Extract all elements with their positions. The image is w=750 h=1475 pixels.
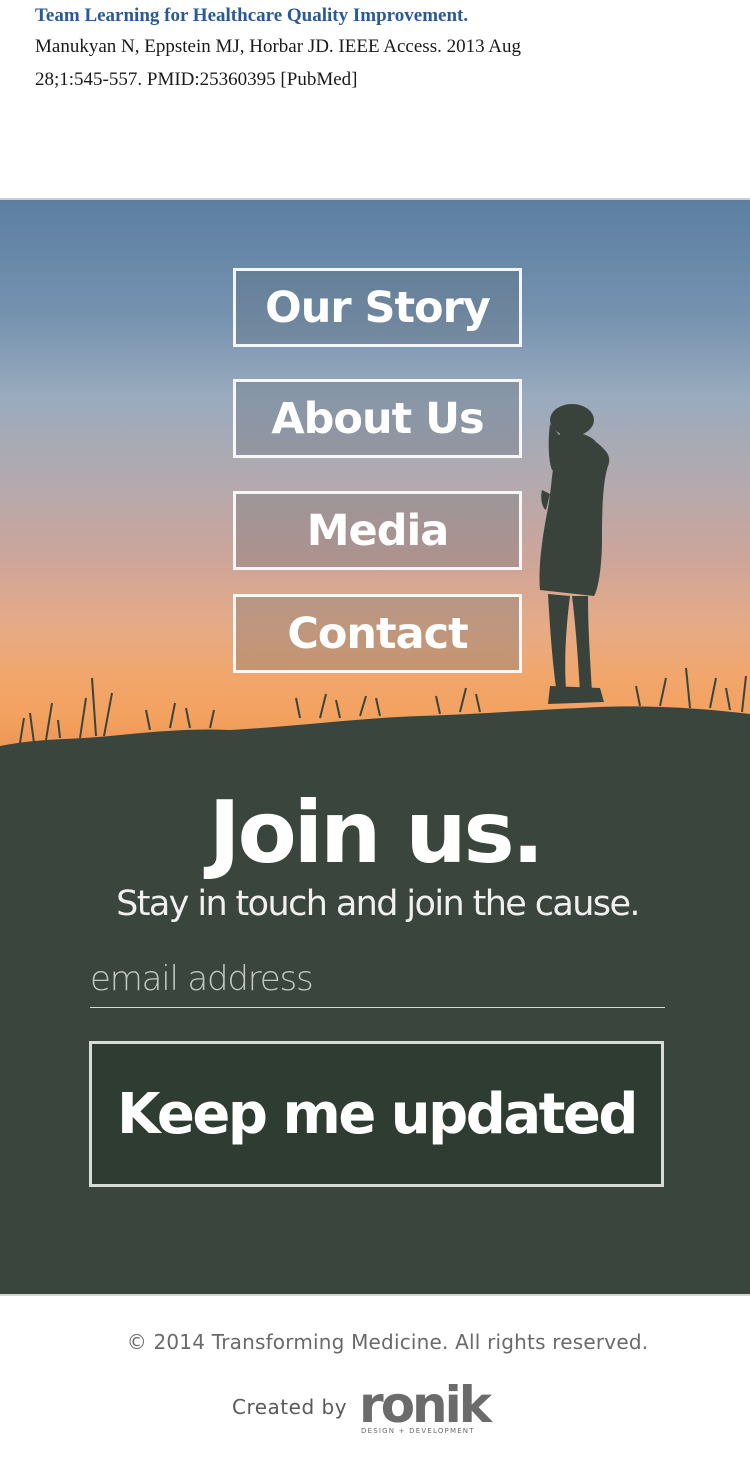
created-by-credit: Created by ronik DESIGN + DEVELOPMENT [232,1376,492,1442]
nav-contact-button[interactable]: Contact [233,594,522,673]
copyright-text: © 2014 Transforming Medicine. All rights… [126,1330,649,1354]
created-by-label: Created by [232,1395,348,1419]
footer-divider [0,1294,750,1296]
ronik-logo-word: ronik [359,1376,492,1434]
hero-section: Our Story About Us Media Contact Join us… [0,198,750,1295]
citation-text: Manukyan N, Eppstein MJ, Horbar JD. IEEE… [35,30,725,96]
nav-media-button[interactable]: Media [233,491,522,570]
keep-me-updated-button[interactable]: Keep me updated [89,1041,664,1187]
join-subtitle: Stay in touch and join the cause. [116,884,640,924]
join-title: Join us. [208,783,545,883]
citation-line-2: 28;1:545-557. PMID:25360395 [PubMed] [35,69,358,90]
ronik-logo[interactable]: ronik DESIGN + DEVELOPMENT [359,1376,492,1435]
nav-about-us-button[interactable]: About Us [233,379,522,458]
person-silhouette [539,404,610,704]
email-field[interactable] [90,950,665,1008]
citation-line-1: Manukyan N, Eppstein MJ, Horbar JD. IEEE… [35,36,522,57]
ronik-logo-tagline: DESIGN + DEVELOPMENT [361,1427,475,1435]
citation-title-link[interactable]: Team Learning for Healthcare Quality Imp… [35,4,725,28]
citation-block: Team Learning for Healthcare Quality Imp… [35,0,725,96]
nav-our-story-button[interactable]: Our Story [233,268,522,347]
